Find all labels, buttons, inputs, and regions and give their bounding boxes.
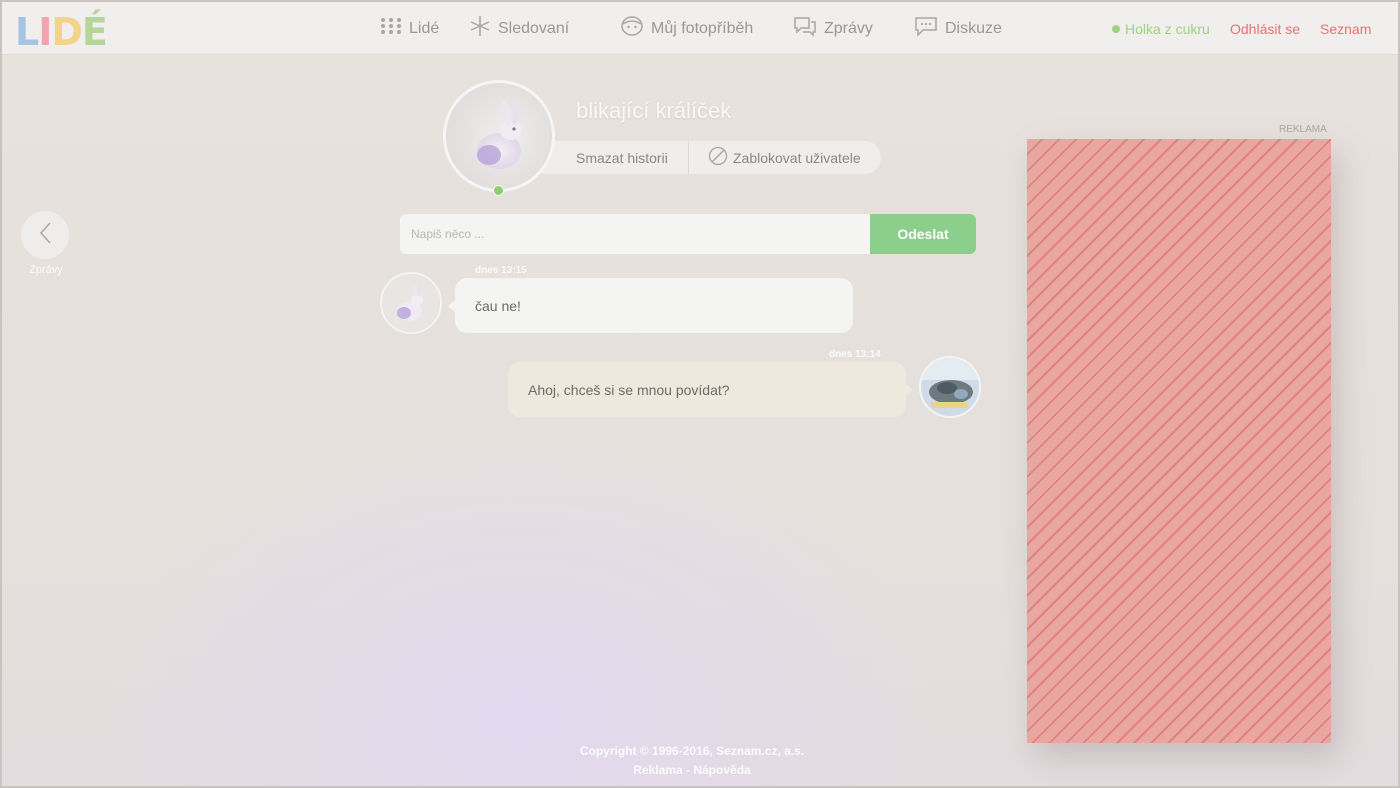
nav-sledovani-label: Sledovaní xyxy=(498,19,570,37)
message-time: dnes 13:15 xyxy=(475,265,527,276)
incoming-sender-avatar[interactable] xyxy=(380,272,442,334)
nav-sledovani[interactable]: Sledovaní xyxy=(469,2,569,55)
current-user-name: Holka z cukru xyxy=(1125,20,1210,37)
nav-lide[interactable]: Lidé xyxy=(380,2,439,55)
nav-fotopribeh[interactable]: Můj fotopříběh xyxy=(620,2,753,55)
lide-logo[interactable]: LIDÉ xyxy=(15,8,121,54)
clear-history-button[interactable]: Smazat historii xyxy=(576,150,668,166)
footer-links: Reklama - Nápověda xyxy=(542,763,842,777)
discussion-icon xyxy=(914,15,945,42)
block-user-button[interactable]: Zablokovat uživatele xyxy=(708,146,861,169)
footer-help-link[interactable]: Nápověda xyxy=(693,763,750,777)
message-text: čau ne! xyxy=(475,297,521,314)
send-button[interactable]: Odeslat xyxy=(870,214,976,254)
logout-link[interactable]: Odhlásit se xyxy=(1230,2,1300,55)
actions-divider xyxy=(688,141,689,174)
chevron-left-icon xyxy=(38,221,52,250)
current-user-link[interactable]: Holka z cukru xyxy=(1112,2,1210,55)
top-navigation-bar: LIDÉ Lidé Sledovaní Můj fotopříběh Zpráv… xyxy=(2,2,1398,55)
online-status-icon xyxy=(1112,24,1120,33)
incoming-message: čau ne! xyxy=(448,278,853,333)
chat-bubbles-icon xyxy=(793,15,824,42)
back-button[interactable] xyxy=(21,211,69,259)
block-user-label: Zablokovat uživatele xyxy=(733,149,861,166)
nav-lide-label: Lidé xyxy=(409,19,440,37)
message-text: Ahoj, chceš si se mnou povídat? xyxy=(528,381,730,398)
footer-copyright: Copyright © 1996-2016, Seznam.cz, a.s. xyxy=(579,744,805,758)
profile-name[interactable]: blikající králíček xyxy=(576,98,731,124)
back-label: Zprávy xyxy=(29,264,63,276)
ad-label: REKLAMA xyxy=(1279,124,1327,135)
face-icon xyxy=(620,15,651,42)
nav-diskuze-label: Diskuze xyxy=(945,19,1002,37)
svg-text:LIDÉ: LIDÉ xyxy=(15,10,107,52)
footer-separator: - xyxy=(682,763,694,777)
seznam-link[interactable]: Seznam xyxy=(1320,2,1371,55)
profile-actions-bar: Smazat historii Zablokovat uživatele xyxy=(530,141,881,174)
footer-ads-link[interactable]: Reklama xyxy=(633,763,682,777)
nav-zpravy[interactable]: Zprávy xyxy=(793,2,873,55)
dots-grid-icon xyxy=(380,17,409,40)
message-input[interactable] xyxy=(400,214,871,254)
block-icon xyxy=(708,146,733,169)
nav-fotopribeh-label: Můj fotopříběh xyxy=(651,19,754,37)
profile-avatar[interactable] xyxy=(443,80,555,192)
message-time: dnes 13:14 xyxy=(829,349,881,360)
nav-zpravy-label: Zprávy xyxy=(824,19,873,37)
profile-online-indicator xyxy=(493,185,504,196)
star-icon xyxy=(469,15,498,42)
outgoing-message: Ahoj, chceš si se mnou povídat? xyxy=(508,362,913,417)
own-avatar[interactable] xyxy=(919,356,981,418)
ad-banner[interactable] xyxy=(1027,139,1331,743)
nav-diskuze[interactable]: Diskuze xyxy=(914,2,1002,55)
